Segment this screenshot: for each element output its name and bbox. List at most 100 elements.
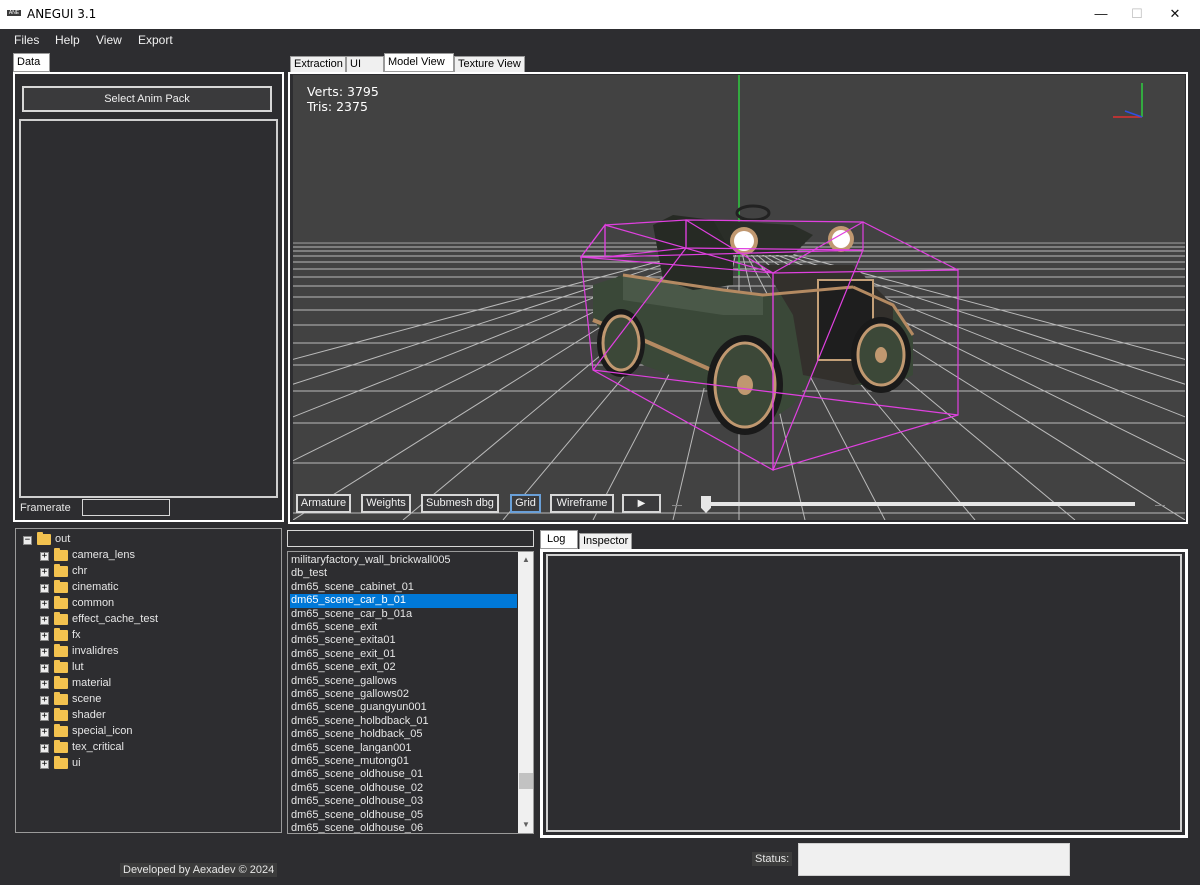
menu-bar: Files Help View Export <box>0 29 1200 50</box>
expand-icon[interactable]: + <box>40 632 49 641</box>
menu-help[interactable]: Help <box>55 33 80 47</box>
expand-icon[interactable]: + <box>40 568 49 577</box>
expand-icon[interactable]: + <box>40 728 49 737</box>
scroll-thumb[interactable] <box>519 773 533 789</box>
expand-icon[interactable]: + <box>40 664 49 673</box>
list-item[interactable]: dm65_scene_oldhouse_05 <box>290 809 517 822</box>
tree-label: material <box>72 677 112 689</box>
model-viewport[interactable]: Verts: 3795 Tris: 2375 <box>293 75 1185 520</box>
expand-icon[interactable]: + <box>40 760 49 769</box>
folder-icon <box>54 596 68 609</box>
folder-icon <box>54 548 68 561</box>
list-item[interactable]: dm65_scene_exit_02 <box>290 661 517 674</box>
tree-label: scene <box>72 693 102 705</box>
slider-tick-left <box>672 505 682 506</box>
scroll-down-icon[interactable]: ▼ <box>518 817 533 833</box>
play-button[interactable]: ▶ <box>622 494 661 513</box>
list-item[interactable]: dm65_scene_exit_01 <box>290 648 517 661</box>
tree-label: special_icon <box>72 725 133 737</box>
submesh-dbg-button[interactable]: Submesh dbg <box>421 494 499 513</box>
tree-label: cinematic <box>72 581 119 593</box>
tab-model-view[interactable]: Model View <box>384 53 454 72</box>
menu-view[interactable]: View <box>96 33 122 47</box>
app-icon: ANE <box>7 10 21 16</box>
list-item[interactable]: dm65_scene_oldhouse_06 <box>290 822 517 833</box>
folder-icon <box>54 692 68 705</box>
wheel-front-right <box>851 317 911 393</box>
folder-icon <box>54 580 68 593</box>
tab-texture-view[interactable]: Texture View <box>454 56 525 73</box>
list-item[interactable]: militaryfactory_wall_brickwall005 <box>290 554 517 567</box>
folder-icon <box>54 708 68 721</box>
expand-icon[interactable]: + <box>40 616 49 625</box>
expand-icon[interactable]: + <box>40 696 49 705</box>
wireframe-button[interactable]: Wireframe <box>550 494 614 513</box>
list-item[interactable]: dm65_scene_gallows <box>290 675 517 688</box>
tab-extraction[interactable]: Extraction <box>290 56 346 73</box>
list-item[interactable]: dm65_scene_langan001 <box>290 742 517 755</box>
menu-files[interactable]: Files <box>14 33 39 47</box>
expand-icon[interactable]: + <box>40 584 49 593</box>
window-title: ANEGUI 3.1 <box>27 7 97 21</box>
log-output[interactable] <box>546 554 1182 832</box>
close-button[interactable]: ✕ <box>1152 0 1198 29</box>
armature-button[interactable]: Armature <box>296 494 351 513</box>
expand-icon[interactable]: + <box>40 552 49 561</box>
folder-icon <box>54 676 68 689</box>
folder-icon <box>54 756 68 769</box>
list-item[interactable]: dm65_scene_exita01 <box>290 634 517 647</box>
framerate-input[interactable] <box>82 499 170 516</box>
timeline-track[interactable] <box>703 502 1135 506</box>
list-item[interactable]: dm65_scene_car_b_01a <box>290 608 517 621</box>
expand-icon[interactable]: + <box>40 712 49 721</box>
list-item[interactable]: dm65_scene_guangyun001 <box>290 701 517 714</box>
list-item[interactable]: dm65_scene_oldhouse_02 <box>290 782 517 795</box>
tab-inspector[interactable]: Inspector <box>579 533 632 550</box>
list-item[interactable]: dm65_scene_cabinet_01 <box>290 581 517 594</box>
folder-icon <box>54 612 68 625</box>
expand-icon[interactable]: + <box>40 648 49 657</box>
tree-label: common <box>72 597 115 609</box>
status-label: Status: <box>752 852 793 866</box>
tab-data[interactable]: Data <box>13 53 50 72</box>
wheel-rear-left <box>597 309 645 377</box>
list-item[interactable]: dm65_scene_gallows02 <box>290 688 517 701</box>
framerate-label: Framerate <box>20 502 71 514</box>
tree-label: lut <box>72 661 84 673</box>
list-item[interactable]: dm65_scene_exit <box>290 621 517 634</box>
scene-render <box>293 75 1185 520</box>
folder-icon <box>54 660 68 673</box>
list-item[interactable]: db_test <box>290 567 517 580</box>
list-scrollbar[interactable]: ▲ ▼ <box>518 552 533 833</box>
tab-ui[interactable]: UI <box>346 56 384 73</box>
tree-label: out <box>55 533 71 545</box>
collapse-icon[interactable]: − <box>23 536 32 545</box>
anim-list-box[interactable] <box>19 119 278 498</box>
list-item[interactable]: dm65_scene_mutong01 <box>290 755 517 768</box>
scroll-up-icon[interactable]: ▲ <box>518 552 533 568</box>
list-filter-input[interactable] <box>287 530 534 547</box>
menu-export[interactable]: Export <box>138 33 173 47</box>
expand-icon[interactable]: + <box>40 744 49 753</box>
folder-icon <box>54 628 68 641</box>
title-bar: ANE ANEGUI 3.1 — ☐ ✕ <box>0 0 1200 29</box>
tree-label: fx <box>72 629 81 641</box>
list-item[interactable]: dm65_scene_oldhouse_03 <box>290 795 517 808</box>
weights-button[interactable]: Weights <box>361 494 411 513</box>
list-item[interactable]: dm65_scene_holdback_05 <box>290 728 517 741</box>
developer-credit: Developed by Aexadev © 2024 <box>120 863 278 877</box>
select-anim-pack-button[interactable]: Select Anim Pack <box>22 86 272 112</box>
folder-icon <box>54 564 68 577</box>
tab-log[interactable]: Log <box>540 530 578 549</box>
slider-tick-right <box>1155 505 1165 506</box>
expand-icon[interactable]: + <box>40 600 49 609</box>
tree-label: ui <box>72 757 81 769</box>
expand-icon[interactable]: + <box>40 680 49 689</box>
grid-button[interactable]: Grid <box>510 494 541 513</box>
list-item[interactable]: dm65_scene_holbdback_01 <box>290 715 517 728</box>
list-item-selected[interactable]: dm65_scene_car_b_01 <box>290 594 517 608</box>
tree-label: effect_cache_test <box>72 613 159 625</box>
asset-list: militaryfactory_wall_brickwall005 db_test… <box>287 551 534 834</box>
tree-label: chr <box>72 565 88 577</box>
list-item[interactable]: dm65_scene_oldhouse_01 <box>290 768 517 781</box>
